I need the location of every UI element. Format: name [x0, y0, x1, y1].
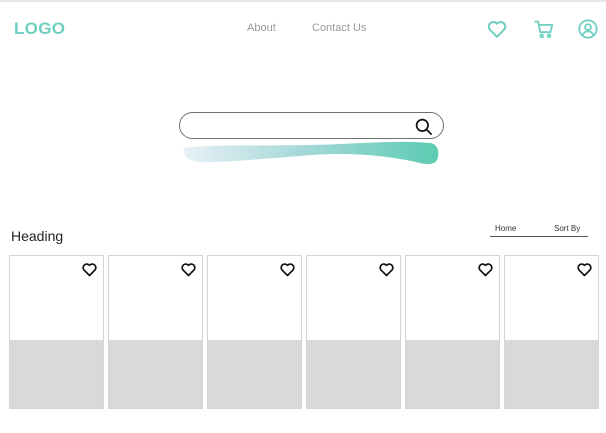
product-card[interactable] — [207, 255, 302, 409]
sort-by-button[interactable]: Sort By — [554, 224, 580, 233]
product-image-placeholder — [109, 340, 202, 408]
product-image-placeholder — [307, 340, 400, 408]
heart-icon[interactable] — [81, 261, 98, 278]
product-card[interactable] — [306, 255, 401, 409]
product-card[interactable] — [108, 255, 203, 409]
user-icon[interactable] — [577, 18, 599, 40]
heart-icon[interactable] — [486, 18, 508, 40]
filter-bar: Home Sort By — [490, 223, 588, 237]
heart-icon[interactable] — [576, 261, 593, 278]
filter-home[interactable]: Home — [495, 224, 516, 233]
product-image-placeholder — [208, 340, 301, 408]
product-image-placeholder — [10, 340, 103, 408]
search-bar — [179, 112, 444, 139]
product-card[interactable] — [504, 255, 599, 409]
top-divider — [0, 0, 606, 2]
search-input[interactable] — [194, 118, 398, 135]
decorative-wave — [183, 141, 439, 165]
cart-icon[interactable] — [533, 18, 555, 40]
nav-contact-link[interactable]: Contact Us — [312, 22, 366, 34]
product-image-placeholder — [505, 340, 598, 408]
heart-icon[interactable] — [279, 261, 296, 278]
heart-icon[interactable] — [477, 261, 494, 278]
heart-icon[interactable] — [378, 261, 395, 278]
heart-icon[interactable] — [180, 261, 197, 278]
product-card[interactable] — [405, 255, 500, 409]
product-image-placeholder — [406, 340, 499, 408]
search-icon[interactable] — [414, 117, 433, 136]
nav-about-link[interactable]: About — [247, 22, 276, 34]
section-heading: Heading — [11, 228, 64, 244]
product-grid — [9, 255, 601, 411]
product-card[interactable] — [9, 255, 104, 409]
logo[interactable]: LOGO — [14, 19, 65, 39]
